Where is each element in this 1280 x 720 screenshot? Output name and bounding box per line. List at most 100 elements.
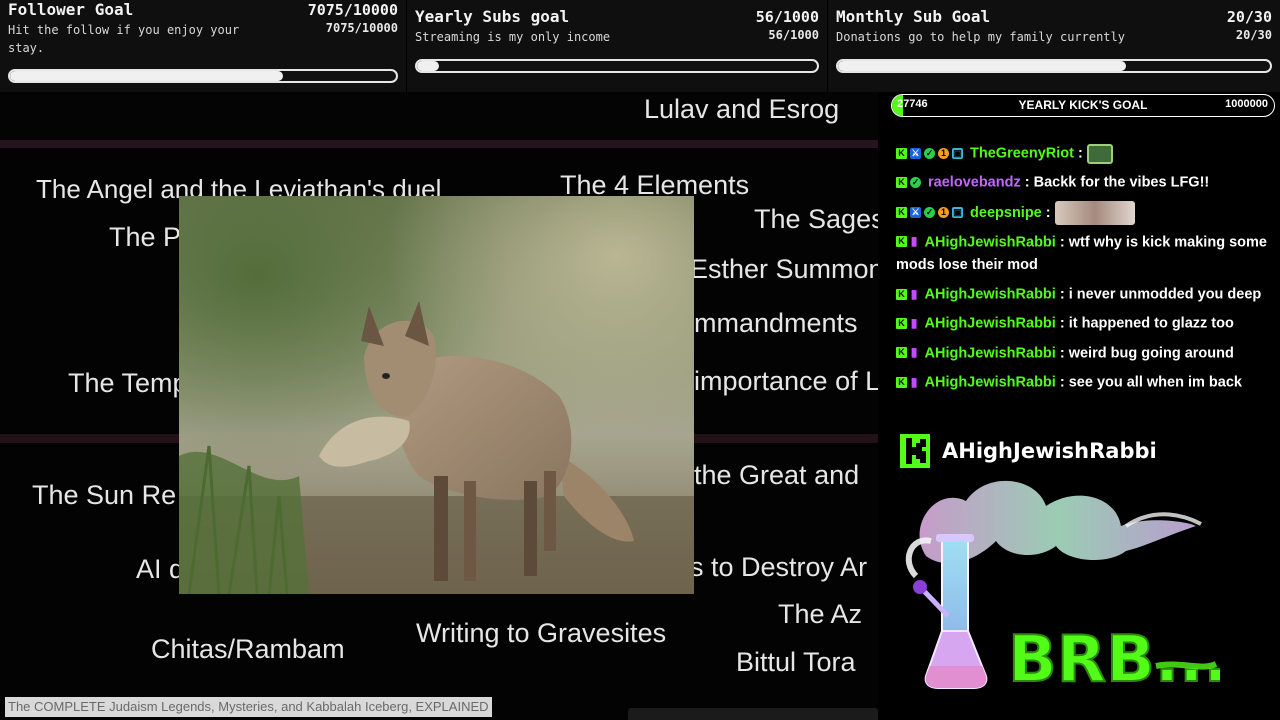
chat-colon: : [1055,374,1069,391]
goal-description: Streaming is my only income [415,30,611,44]
badge-group: K ▮ [896,283,921,306]
verified-icon: ✓ [910,177,921,188]
goal-progress-bar [415,59,819,73]
chat-username[interactable]: AHighJewishRabbi [925,286,1056,302]
badge-group: K ▮ [896,342,921,365]
chat-colon: : [1055,286,1069,303]
iceberg-item: AI d [136,554,185,584]
goal-title: Follower Goal [8,0,134,19]
iceberg-item: the Great and [694,460,860,490]
kick-icon: K [896,288,907,300]
kick-goal-title: YEARLY KICK'S GOAL [1018,98,1148,112]
goal-count-small: 20/30 [1235,28,1272,42]
chat-text: Backk for the vibes LFG!! [1033,174,1210,191]
vip-icon: ▮ [910,374,918,389]
chat-colon: : [1020,174,1034,191]
iceberg-item: Esther Summone [690,254,878,284]
iceberg-item: The P [109,222,182,252]
kick-goal-target: 1000000 [1225,98,1268,110]
iceberg-item: Bittul Tora [736,647,856,677]
chat-message: K ▮ AHighJewishRabbi : i never unmodded y… [896,283,1274,306]
gifter-icon: 1 [938,206,949,218]
kick-icon: K [896,147,907,159]
goal-progress-fill [10,71,284,81]
goal-count-small: 7075/10000 [325,21,398,35]
chat-username[interactable]: AHighJewishRabbi [925,316,1056,332]
face-emote [1054,200,1135,225]
monthly-sub-goal-widget: Monthly Sub Goal 20/30 Donations go to h… [828,0,1280,92]
goal-progress-fill [417,61,440,71]
vip-icon: ▮ [910,286,918,301]
chat-colon: : [1055,315,1069,332]
chat-message: K ⚔ ✓ 1 ▣ deepsnipe : [896,200,1274,225]
brb-streamer-name: AHighJewishRabbi [942,439,1157,463]
vip-icon: ▮ [910,234,918,249]
goal-title: Yearly Subs goal [415,7,570,26]
chat-colon: : [1055,233,1069,250]
chat-colon: : [1073,145,1087,162]
goal-description: Donations go to help my family currently [836,30,1125,44]
badge-group: K ✓ [896,171,924,194]
chat-feed[interactable]: K ⚔ ✓ 1 ▣ TheGreenyRiot : K ✓ raelovebandz : … [896,142,1274,400]
goal-count: 20/30 [1226,8,1272,26]
divider [0,140,878,148]
yearly-subs-goal-widget: Yearly Subs goal 56/1000 Streaming is my… [407,0,827,92]
chat-message: K ▮ AHighJewishRabbi : weird bug going ar… [896,342,1274,365]
subscriber-icon: ▣ [952,206,963,218]
kick-icon: K [896,177,907,188]
moderator-icon: ⚔ [910,147,921,159]
chat-message: K ✓ raelovebandz : Backk for the vibes LF… [896,171,1274,194]
iceberg-item: s to Destroy Ar [690,552,868,582]
chat-username[interactable]: AHighJewishRabbi [925,234,1056,250]
chat-message: K ▮ AHighJewishRabbi : it happened to gla… [896,312,1274,335]
gifter-icon: 1 [938,147,949,159]
goal-count-small: 56/1000 [768,28,819,42]
brb-bong-art: BRB... [896,466,1229,698]
subscriber-icon: ▣ [952,147,963,159]
moderator-icon: ⚔ [910,206,921,218]
goal-progress-fill [838,61,1127,71]
chat-message: K ▮ AHighJewishRabbi : wtf why is kick ma… [896,231,1274,277]
chat-username[interactable]: AHighJewishRabbi [925,374,1056,390]
badge-group: K ⚔ ✓ 1 ▣ [896,201,966,224]
kick-logo-icon [900,434,930,468]
fox-photo [179,196,694,594]
follower-goal-widget: Follower Goal 7075/10000 Hit the follow … [0,0,406,92]
chat-colon: : [1041,204,1055,221]
chat-message: K ⚔ ✓ 1 ▣ TheGreenyRiot : [896,142,1274,165]
video-seek-bar[interactable] [628,708,878,720]
goal-count: 56/1000 [755,8,819,26]
badge-group: K ▮ [896,231,921,254]
goal-progress-bar [8,69,398,83]
chat-text: it happened to glazz too [1068,315,1234,332]
chat-username[interactable]: TheGreenyRiot [970,145,1074,161]
chat-message: K ▮ AHighJewishRabbi : see you all when i… [896,371,1274,394]
iceberg-item: mmandments [694,308,858,338]
chat-username[interactable]: deepsnipe [970,204,1042,220]
badge-group: K ▮ [896,371,921,394]
video-player[interactable]: Lulav and Esrog The Angel and the Leviat… [0,92,878,720]
vip-icon: ▮ [910,315,918,330]
kick-icon: K [896,317,907,329]
goal-count: 7075/10000 [307,1,398,19]
chat-username[interactable]: raelovebandz [928,175,1021,191]
chat-colon: : [1055,344,1069,361]
chat-text: i never unmodded you deep [1068,286,1262,303]
kick-icon: K [896,206,907,218]
chat-text: weird bug going around [1068,344,1234,361]
frog-emote [1086,143,1113,164]
badge-group: K ▮ [896,312,921,335]
chat-username[interactable]: AHighJewishRabbi [925,345,1056,361]
vip-icon: ▮ [910,345,918,360]
goal-progress-bar [836,59,1272,73]
iceberg-item: The Sages [754,204,878,234]
iceberg-item: Writing to Gravesites [416,618,667,648]
badge-group: K ⚔ ✓ 1 ▣ [896,142,966,165]
iceberg-item: The Az [778,599,863,629]
brb-streamer-header: AHighJewishRabbi [900,434,1157,468]
kick-yearly-goal-bar: 27746 YEARLY KICK'S GOAL 1000000 [891,94,1275,117]
goal-description: Hit the follow if you enjoy your stay. [8,23,240,55]
kick-icon: K [896,376,907,388]
verified-icon: ✓ [924,206,935,218]
iceberg-item: Chitas/Rambam [151,634,345,664]
